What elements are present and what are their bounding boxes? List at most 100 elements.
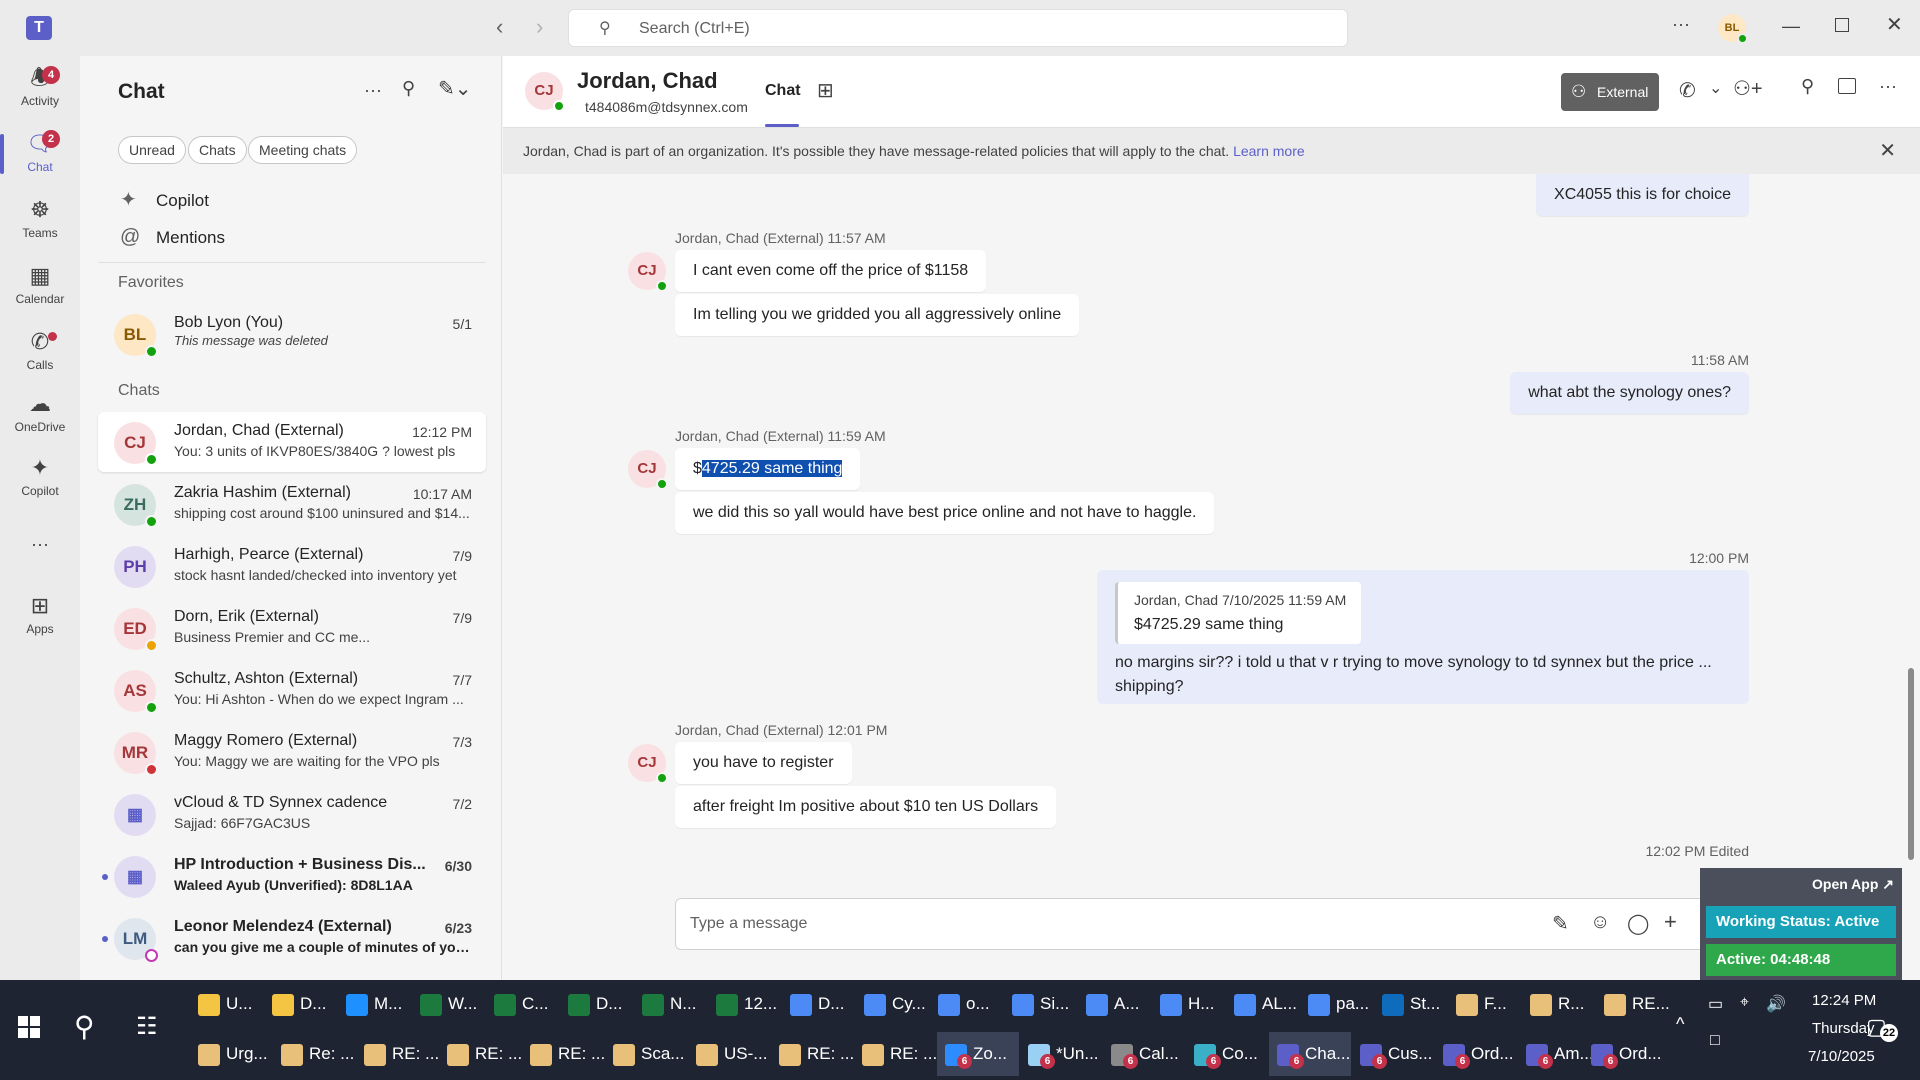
taskbar-app[interactable]: W... bbox=[412, 982, 484, 1026]
taskbar-app[interactable]: C... bbox=[486, 982, 558, 1026]
more-options-icon[interactable]: ··· bbox=[364, 80, 382, 101]
more-options-icon[interactable]: ··· bbox=[1879, 76, 1897, 97]
taskbar-app[interactable]: Cy... bbox=[856, 982, 928, 1026]
rail-copilot[interactable]: ✦ Copilot bbox=[0, 450, 80, 512]
chat-row-jordan-chad[interactable]: CJ Jordan, Chad (External) 12:12 PM You:… bbox=[98, 412, 486, 472]
external-badge[interactable]: ⚇ External bbox=[1561, 73, 1659, 111]
taskbar-app[interactable]: D... bbox=[264, 982, 336, 1026]
quoted-message[interactable]: Jordan, Chad 7/10/2025 11:59 AM $4725.29… bbox=[1115, 582, 1361, 644]
format-icon[interactable]: ✎ bbox=[1552, 911, 1569, 936]
taskbar-app[interactable]: M... bbox=[338, 982, 410, 1026]
favorite-row[interactable]: BL Bob Lyon (You) 5/1 This message was d… bbox=[98, 304, 486, 364]
rail-chat[interactable]: 🗨 Chat 2 bbox=[0, 126, 80, 188]
learn-more-link[interactable]: Learn more bbox=[1233, 143, 1305, 159]
message-bubble[interactable]: after freight Im positive about $10 ten … bbox=[675, 786, 1057, 828]
battery-icon[interactable]: ▭ bbox=[1708, 994, 1723, 1014]
message-bubble-sent[interactable]: XC4055 this is for choice bbox=[1536, 174, 1749, 216]
taskbar-app[interactable]: *Un... 6 bbox=[1020, 1032, 1102, 1076]
taskbar-app[interactable]: St... bbox=[1374, 982, 1446, 1026]
wifi-icon[interactable]: ⌖ bbox=[1740, 994, 1749, 1012]
taskbar-app[interactable]: o... bbox=[930, 982, 1002, 1026]
taskbar-app[interactable]: RE: ... bbox=[439, 1032, 522, 1076]
taskbar-app[interactable]: Zo... 6 bbox=[937, 1032, 1019, 1076]
nav-mentions[interactable]: @ Mentions bbox=[120, 219, 225, 255]
message-bubble-sent[interactable]: what abt the synology ones? bbox=[1510, 372, 1749, 414]
chat-row[interactable]: MR Maggy Romero (External) 7/3 You: Magg… bbox=[98, 722, 486, 782]
rail-calendar[interactable]: ▦ Calendar bbox=[0, 258, 80, 320]
rail-apps[interactable]: ⊞ Apps bbox=[0, 588, 80, 650]
scrollbar-thumb[interactable] bbox=[1908, 668, 1914, 860]
taskbar-app[interactable]: Re: ... bbox=[273, 1032, 355, 1076]
add-people-icon[interactable]: ⚇+ bbox=[1733, 76, 1763, 101]
taskbar-app[interactable]: RE: ... bbox=[771, 1032, 854, 1076]
chat-row[interactable]: ED Dorn, Erik (External) 7/9 Business Pr… bbox=[98, 598, 486, 658]
search-icon[interactable]: ⚲ bbox=[1801, 76, 1814, 97]
more-options-icon[interactable]: ··· bbox=[1672, 14, 1690, 35]
close-button[interactable]: ✕ bbox=[1886, 12, 1903, 37]
message-bubble-sent-with-quote[interactable]: Jordan, Chad 7/10/2025 11:59 AM $4725.29… bbox=[1097, 570, 1749, 704]
clock-time[interactable]: 12:24 PM bbox=[1812, 992, 1876, 1009]
back-icon[interactable]: ‹ bbox=[496, 14, 503, 40]
message-bubble[interactable]: we did this so yall would have best pric… bbox=[675, 492, 1215, 534]
chat-row[interactable]: ▦ vCloud & TD Synnex cadence 7/2 Sajjad:… bbox=[98, 784, 486, 844]
taskbar-app[interactable]: D... bbox=[560, 982, 632, 1026]
taskbar-app[interactable]: pa... bbox=[1300, 982, 1372, 1026]
network-icon[interactable]: □ bbox=[1710, 1032, 1720, 1050]
taskbar-app[interactable]: AL... bbox=[1226, 982, 1298, 1026]
taskbar-app[interactable]: 12... bbox=[708, 982, 780, 1026]
chat-row[interactable]: ZH Zakria Hashim (External) 10:17 AM shi… bbox=[98, 474, 486, 534]
call-icon[interactable]: ✆ bbox=[1679, 78, 1696, 103]
task-view-icon[interactable]: ☷ bbox=[136, 1012, 158, 1041]
taskbar-app[interactable]: RE... bbox=[1596, 982, 1670, 1026]
taskbar-app[interactable]: H... bbox=[1152, 982, 1224, 1026]
chat-row[interactable]: AS Schultz, Ashton (External) 7/7 You: H… bbox=[98, 660, 486, 720]
taskbar-app[interactable]: Cus... 6 bbox=[1352, 1032, 1434, 1076]
taskbar-app[interactable]: U... bbox=[190, 982, 262, 1026]
minimize-button[interactable]: — bbox=[1782, 16, 1800, 37]
pop-out-icon[interactable] bbox=[1838, 78, 1856, 94]
notification-center-icon[interactable]: ▢ 22 bbox=[1866, 1014, 1898, 1042]
maximize-button[interactable] bbox=[1835, 18, 1849, 32]
taskbar-app[interactable]: Co... 6 bbox=[1186, 1032, 1268, 1076]
tray-overflow-icon[interactable]: ^ bbox=[1676, 1014, 1684, 1035]
rail-onedrive[interactable]: ☁ OneDrive bbox=[0, 386, 80, 448]
search-icon[interactable]: ⚲ bbox=[74, 1010, 95, 1043]
new-chat-icon[interactable]: ✎⌄ bbox=[438, 76, 472, 101]
taskbar-app[interactable]: D... bbox=[782, 982, 854, 1026]
message-bubble[interactable]: you have to register bbox=[675, 742, 852, 784]
taskbar-app[interactable]: Cal... 6 bbox=[1103, 1032, 1185, 1076]
taskbar-app[interactable]: N... bbox=[634, 982, 706, 1026]
message-bubble[interactable]: Im telling you we gridded you all aggres… bbox=[675, 294, 1080, 336]
compose-box[interactable]: Type a message ✎ ☺ ◯ + bbox=[675, 898, 1749, 950]
chat-row-unread[interactable]: LM Leonor Melendez4 (External) 6/23 can … bbox=[98, 908, 486, 968]
nav-copilot[interactable]: ✦ Copilot bbox=[120, 182, 209, 218]
start-button[interactable] bbox=[18, 1016, 42, 1040]
taskbar-app[interactable]: Ord... 6 bbox=[1435, 1032, 1517, 1076]
search-icon[interactable]: ⚲ bbox=[402, 78, 415, 99]
rail-teams[interactable]: ☸ Teams bbox=[0, 192, 80, 254]
chat-row[interactable]: PH Harhigh, Pearce (External) 7/9 stock … bbox=[98, 536, 486, 596]
filter-meeting-chats[interactable]: Meeting chats bbox=[248, 136, 358, 164]
volume-icon[interactable]: 🔊 bbox=[1766, 994, 1786, 1014]
taskbar-app[interactable]: R... bbox=[1522, 982, 1594, 1026]
rail-calls[interactable]: ✆ Calls bbox=[0, 324, 80, 386]
message-bubble[interactable]: $4725.29 same thing bbox=[675, 448, 861, 490]
taskbar-app[interactable]: A... bbox=[1078, 982, 1150, 1026]
filter-chats[interactable]: Chats bbox=[188, 136, 247, 164]
forward-icon[interactable]: › bbox=[536, 14, 543, 40]
chevron-down-icon[interactable]: ⌄ bbox=[1709, 78, 1722, 98]
taskbar-app[interactable]: RE: ... bbox=[356, 1032, 439, 1076]
taskbar-app[interactable]: RE: ... bbox=[854, 1032, 937, 1076]
chat-row-unread[interactable]: ▦ HP Introduction + Business Dis... 6/30… bbox=[98, 846, 486, 906]
taskbar-app[interactable]: Si... bbox=[1004, 982, 1076, 1026]
rail-more[interactable]: ··· bbox=[0, 526, 80, 556]
loop-icon[interactable]: ◯ bbox=[1627, 911, 1649, 936]
taskbar-app[interactable]: Cha... 6 bbox=[1269, 1032, 1351, 1076]
plus-icon[interactable]: + bbox=[1664, 909, 1677, 935]
emoji-icon[interactable]: ☺ bbox=[1590, 911, 1610, 934]
taskbar-app[interactable]: US-... bbox=[688, 1032, 770, 1076]
open-app-button[interactable]: Open App ↗ bbox=[1812, 876, 1894, 893]
search-box[interactable]: ⚲ Search (Ctrl+E) bbox=[568, 9, 1348, 47]
message-bubble[interactable]: I cant even come off the price of $1158 bbox=[675, 250, 987, 292]
teams-logo-icon[interactable]: T bbox=[26, 16, 52, 40]
